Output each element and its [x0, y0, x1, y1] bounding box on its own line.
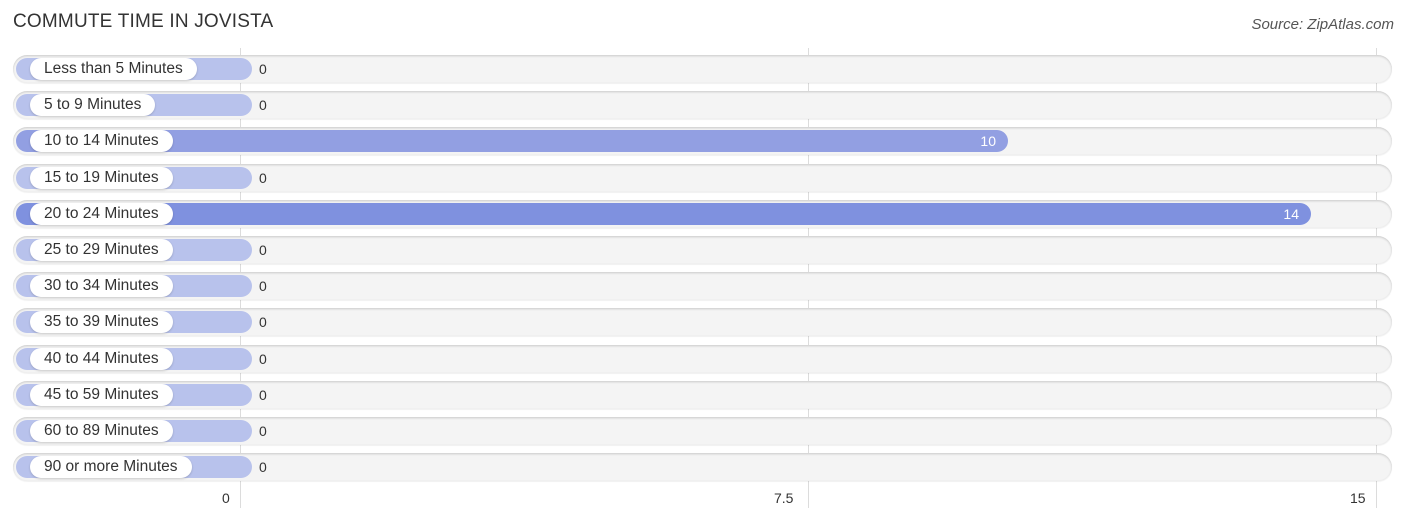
category-label: 20 to 24 Minutes — [30, 203, 173, 225]
category-label: 45 to 59 Minutes — [30, 384, 173, 406]
category-label: 10 to 14 Minutes — [30, 130, 173, 152]
x-tick-label: 15 — [1350, 490, 1366, 506]
value-label: 0 — [259, 61, 267, 77]
value-label: 0 — [259, 459, 267, 475]
value-label: 0 — [259, 278, 267, 294]
category-label: 30 to 34 Minutes — [30, 275, 173, 297]
value-label: 10 — [980, 133, 996, 149]
category-label: 25 to 29 Minutes — [30, 239, 173, 261]
bar — [16, 203, 1311, 225]
value-label: 14 — [1283, 206, 1299, 222]
x-tick-label: 7.5 — [774, 490, 794, 506]
category-label: 40 to 44 Minutes — [30, 348, 173, 370]
category-label: 35 to 39 Minutes — [30, 311, 173, 333]
value-label: 0 — [259, 387, 267, 403]
value-label: 0 — [259, 351, 267, 367]
value-label: 0 — [259, 97, 267, 113]
x-tick-label: 0 — [222, 490, 230, 506]
category-label: 60 to 89 Minutes — [30, 420, 173, 442]
value-label: 0 — [259, 242, 267, 258]
value-label: 0 — [259, 170, 267, 186]
category-label: Less than 5 Minutes — [30, 58, 197, 80]
value-label: 0 — [259, 314, 267, 330]
category-label: 5 to 9 Minutes — [30, 94, 156, 116]
value-label: 0 — [259, 423, 267, 439]
category-label: 90 or more Minutes — [30, 456, 192, 478]
category-label: 15 to 19 Minutes — [30, 167, 173, 189]
chart-title: COMMUTE TIME IN JOVISTA — [13, 11, 274, 32]
source-label: Source: ZipAtlas.com — [1251, 16, 1394, 33]
